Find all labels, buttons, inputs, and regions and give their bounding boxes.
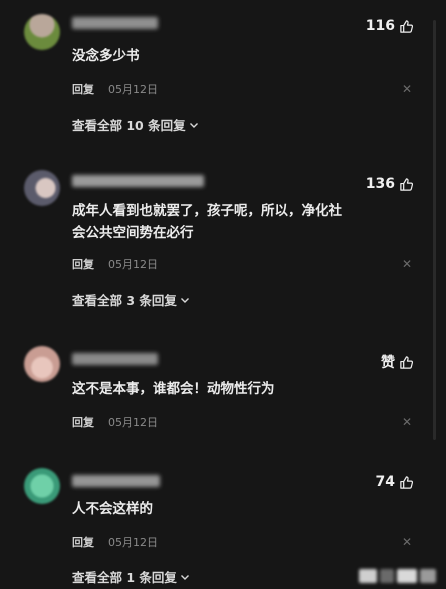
view-all-label: 查看全部 3 条回复 [72,293,177,308]
like-count: 116 [365,18,395,34]
avatar[interactable] [24,346,60,382]
comment-meta: 回复 05月12日 [72,534,158,550]
like-count: 136 [365,176,395,192]
thumbs-up-icon [400,177,414,191]
thumbs-up-icon [400,19,414,33]
comment-meta: 回复 05月12日 [72,414,158,430]
thumbs-up-icon [400,475,414,489]
like-button[interactable]: 116 [366,18,414,34]
comment-text: 没念多少书 [72,48,140,64]
close-icon[interactable]: ✕ [402,416,412,428]
avatar[interactable] [24,170,60,206]
like-count: 74 [375,474,395,490]
view-all-replies-button[interactable]: 查看全部 10 条回复 [72,115,199,134]
comment-text: 这不是本事，谁都会！动物性行为 [72,381,275,397]
comment-meta: 回复 05月12日 [72,81,158,97]
comment-text: 成年人看到也就罢了，孩子呢，所以，净化社会公共空间势在必行 [72,203,342,241]
comment-date: 05月12日 [108,258,158,271]
view-all-label: 查看全部 10 条回复 [72,118,186,133]
close-icon[interactable]: ✕ [402,258,412,270]
view-all-replies-button[interactable]: 查看全部 3 条回复 [72,290,190,309]
avatar[interactable] [24,14,60,50]
comment-list: 116 没念多少书 回复 05月12日 ✕ 查看全部 10 条回复 136 成年 [8,0,438,589]
like-button[interactable]: 74 [376,474,414,490]
close-icon[interactable]: ✕ [402,536,412,548]
username-blurred[interactable] [72,353,158,365]
chevron-down-icon [189,122,198,128]
username-blurred[interactable] [72,175,204,187]
thumbs-up-icon [400,355,414,369]
avatar[interactable] [24,468,60,504]
like-count: 赞 [381,355,395,371]
like-button[interactable]: 赞 [381,352,414,372]
view-all-replies-button[interactable]: 查看全部 1 条回复 [72,567,190,586]
reply-button[interactable]: 回复 [72,256,94,272]
username-blurred[interactable] [72,475,160,487]
comment-date: 05月12日 [108,536,158,549]
reply-button[interactable]: 回复 [72,534,94,550]
comment-date: 05月12日 [108,416,158,429]
reply-button[interactable]: 回复 [72,414,94,430]
watermark-blurred [359,569,436,583]
comment-date: 05月12日 [108,83,158,96]
close-icon[interactable]: ✕ [402,83,412,95]
username-blurred[interactable] [72,17,158,29]
chevron-down-icon [180,297,189,303]
view-all-label: 查看全部 1 条回复 [72,570,177,585]
reply-button[interactable]: 回复 [72,81,94,97]
scrollbar[interactable] [433,20,436,440]
like-button[interactable]: 136 [366,176,414,192]
comment-meta: 回复 05月12日 [72,256,158,272]
comment-text: 人不会这样的 [72,501,153,517]
chevron-down-icon [180,574,189,580]
